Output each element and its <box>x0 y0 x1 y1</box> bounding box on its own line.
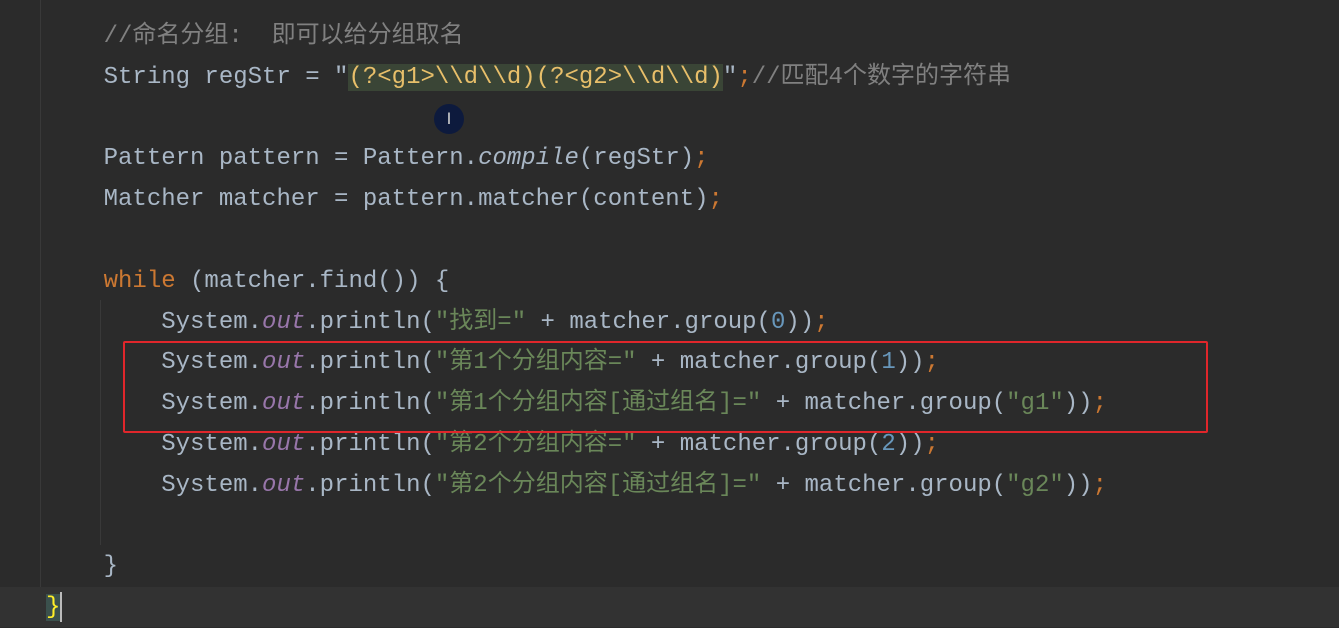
code-token: .println( <box>305 471 435 499</box>
code-token: //命名分组: 即可以给分组取名 <box>103 23 464 50</box>
text-caret <box>60 591 63 622</box>
code-token: .println( <box>305 431 435 458</box>
code-token: "第2个分组内容[通过组名]=" <box>434 471 762 499</box>
code-token: (matcher.find()) { <box>175 267 450 295</box>
code-line[interactable]: } <box>46 587 63 628</box>
code-token: )) <box>1063 471 1093 499</box>
code-token: .println( <box>305 308 435 336</box>
code-token: )) <box>785 308 815 336</box>
code-token: "g2" <box>1006 471 1064 499</box>
code-token: String regStr = " <box>103 63 349 91</box>
code-token: System. <box>161 308 263 336</box>
code-token: System. <box>161 471 263 499</box>
code-token: 0 <box>770 308 786 336</box>
code-token: out <box>262 431 306 458</box>
text-cursor-icon: I <box>434 104 464 134</box>
code-token: Matcher matcher = pattern.matcher(conten… <box>103 186 709 214</box>
code-token: + matcher.group( <box>761 471 1007 499</box>
code-token: ; <box>694 145 709 173</box>
code-line[interactable]: Matcher matcher = pattern.matcher(conten… <box>46 179 723 220</box>
code-line[interactable]: System.out.println("第2个分组内容[通过组名]=" + ma… <box>46 465 1107 506</box>
code-token: out <box>262 308 306 336</box>
code-token: + matcher.group( <box>526 308 771 336</box>
current-line-highlight <box>0 587 1339 627</box>
code-line[interactable]: //命名分组: 即可以给分组取名 <box>46 16 464 57</box>
code-token: while <box>103 267 176 295</box>
code-token: Pattern pattern = Pattern. <box>103 145 479 173</box>
code-token: ; <box>708 186 723 214</box>
code-line[interactable]: String regStr = "(?<g1>\\d\\d)(?<g2>\\d\… <box>46 57 1011 98</box>
code-line[interactable]: Pattern pattern = Pattern.compile(regStr… <box>46 138 709 179</box>
code-token: out <box>262 471 306 499</box>
code-token: compile <box>478 145 579 173</box>
code-token: ; <box>814 308 829 336</box>
indent-guide <box>40 0 41 587</box>
code-token: } <box>46 594 61 622</box>
code-token: "第2个分组内容=" <box>434 431 637 458</box>
code-line[interactable]: while (matcher.find()) { <box>46 261 450 302</box>
code-token: "找到=" <box>434 308 527 336</box>
code-token: " <box>722 63 738 91</box>
code-editor[interactable]: //命名分组: 即可以给分组取名 String regStr = "(?<g1>… <box>0 0 1339 627</box>
code-line[interactable]: System.out.println("找到=" + matcher.group… <box>46 302 829 343</box>
highlight-box <box>123 341 1208 433</box>
code-token: ; <box>737 63 752 91</box>
code-token: ; <box>1092 471 1107 499</box>
code-token: ; <box>924 431 939 458</box>
code-token: //匹配4个数字的字符串 <box>751 63 1011 91</box>
code-token: } <box>103 553 119 581</box>
code-token: (regStr) <box>578 145 695 173</box>
code-token: (?<g1>\\d\\d)(?<g2>\\d\\d) <box>348 63 723 91</box>
code-token: )) <box>895 431 925 458</box>
code-line[interactable]: } <box>46 546 118 587</box>
code-token: System. <box>161 431 263 458</box>
code-token: 2 <box>881 431 896 458</box>
code-token: + matcher.group( <box>636 431 882 458</box>
